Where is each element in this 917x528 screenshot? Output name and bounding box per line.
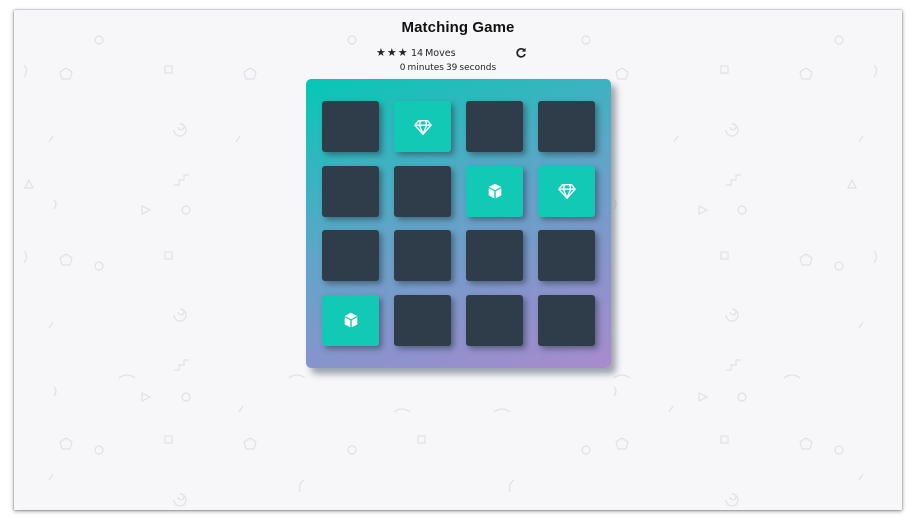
moves-counter: 14 Moves <box>411 48 458 59</box>
card[interactable] <box>322 165 379 217</box>
diamond-icon <box>413 118 432 136</box>
timer-minutes-label: minutes <box>407 63 444 73</box>
card[interactable] <box>394 165 451 217</box>
card[interactable] <box>538 230 595 281</box>
star-icon: ★ <box>386 46 397 59</box>
card[interactable] <box>538 294 595 346</box>
card[interactable] <box>394 294 451 346</box>
game-window: Matching Game ★ ★ ★ 14 Moves 0 minutes 39 se… <box>14 10 902 510</box>
diamond-icon <box>557 182 576 200</box>
card[interactable] <box>394 230 451 281</box>
star-icon: ★ <box>376 46 386 59</box>
timer-seconds: 39 <box>445 63 458 73</box>
page-title: Matching Game <box>401 19 515 36</box>
card[interactable] <box>466 230 523 281</box>
card[interactable] <box>322 101 379 152</box>
card[interactable] <box>538 165 595 217</box>
card[interactable] <box>466 165 523 217</box>
star-rating: ★ ★ ★ <box>376 47 408 59</box>
timer-minutes: 0 <box>399 63 406 73</box>
repeat-icon[interactable] <box>515 47 527 59</box>
moves-label: Moves <box>425 48 456 59</box>
moves-count: 14 <box>411 48 424 59</box>
card[interactable] <box>322 294 379 346</box>
score-panel: ★ ★ ★ 14 Moves <box>376 47 528 61</box>
timer-seconds-label: seconds <box>459 63 497 73</box>
cube-icon <box>486 182 504 200</box>
card[interactable] <box>538 101 595 152</box>
timer: 0 minutes 39 seconds <box>14 63 882 73</box>
star-icon: ★ <box>397 46 408 59</box>
card[interactable] <box>466 101 523 152</box>
cube-icon <box>342 311 360 329</box>
card[interactable] <box>394 101 451 152</box>
card-deck <box>306 79 611 368</box>
card[interactable] <box>466 294 523 346</box>
card[interactable] <box>322 230 379 281</box>
